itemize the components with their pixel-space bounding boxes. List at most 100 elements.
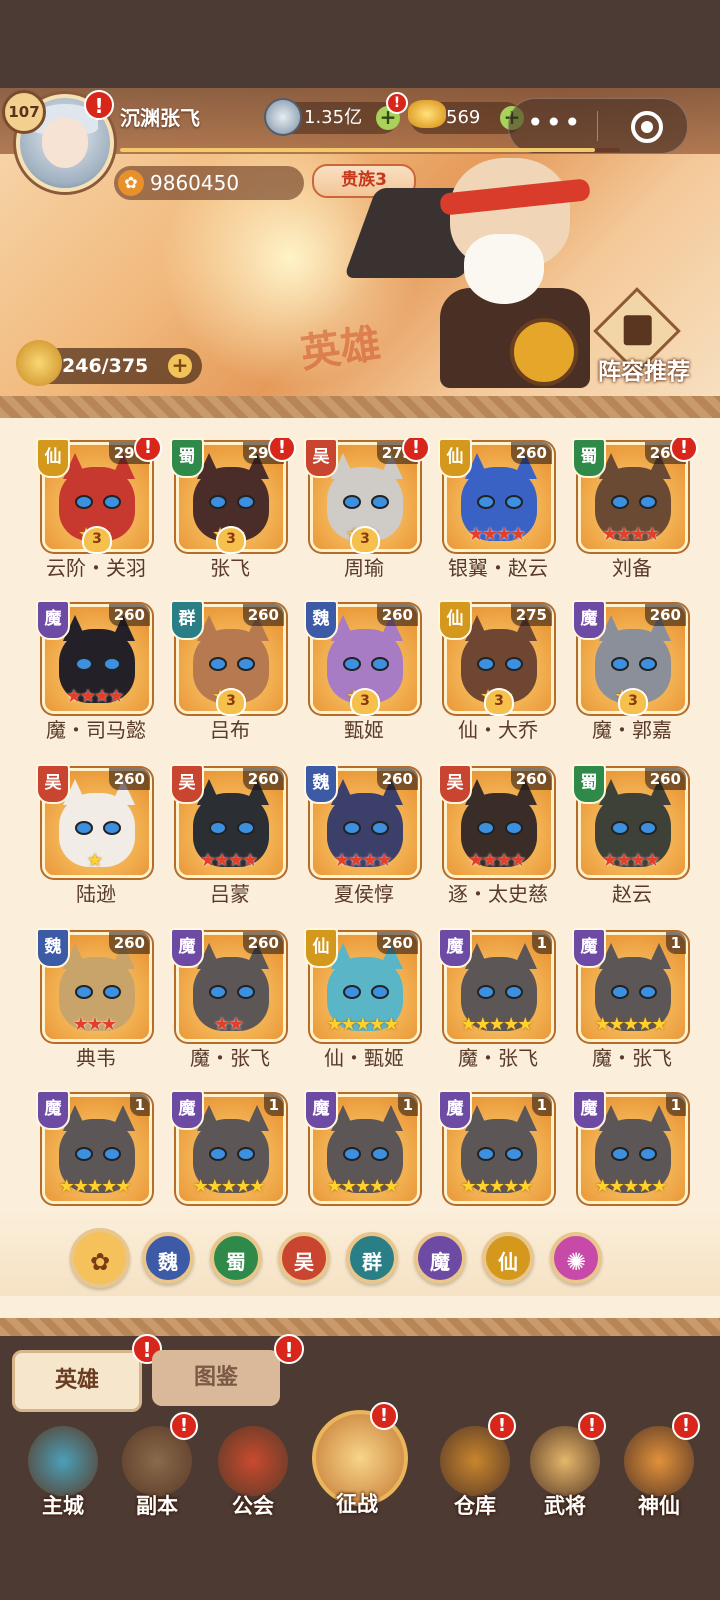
nav-generals[interactable]: 武将!	[520, 1412, 610, 1522]
hero-count-value: 246/375	[62, 355, 149, 377]
hero-card[interactable]: 蜀 260 ★★★★ 赵云	[572, 764, 692, 918]
bottom-nav: 主城 副本! 公会 征战! 仓库! 武将! 神仙!	[0, 1402, 720, 1562]
cat-eye	[371, 495, 389, 509]
hero-name: 魔・张飞	[458, 1046, 538, 1070]
cat-eye	[75, 985, 93, 999]
star-crest: 3	[350, 688, 380, 716]
nav-main-city[interactable]: 主城	[18, 1412, 108, 1522]
pattern-divider-bottom	[0, 1318, 720, 1336]
hero-card[interactable]: 蜀290★ ★3张飞!	[170, 438, 296, 592]
tab-codex[interactable]: 图鉴	[152, 1350, 280, 1406]
hero-card[interactable]: 仙275★ ★3仙・大乔	[438, 600, 558, 754]
filter-mo[interactable]: 魔	[414, 1232, 466, 1284]
gold-ingot-icon	[408, 100, 446, 128]
power-value: 9860450	[150, 171, 240, 195]
hero-card[interactable]: 魔260★ ★3魔・郭嘉	[572, 600, 692, 754]
hero-card[interactable]: 魔 1 ★★★★★ 魔・张飞	[572, 928, 692, 1082]
status-area	[0, 0, 720, 88]
hero-card[interactable]: 魔 1 ★★★★★	[438, 1090, 558, 1208]
cat-eye	[103, 821, 121, 835]
hero-card[interactable]: 仙290★ ★3云阶・关羽!	[36, 438, 162, 592]
hero-level: 1	[665, 1094, 686, 1116]
cat-eye	[477, 985, 495, 999]
hero-card[interactable]: 魔 1 ★★★★★	[170, 1090, 290, 1208]
cat-eye	[611, 821, 629, 835]
star-crest: 3	[484, 688, 514, 716]
star-rating: ★★★★★	[326, 1176, 400, 1197]
cat-eye	[343, 985, 361, 999]
nav-alert-icon: !	[672, 1412, 700, 1440]
hero-belt	[510, 318, 578, 386]
hero-card[interactable]: 吴273★ ★3周瑜!	[304, 438, 430, 592]
hero-card[interactable]: 魏 260 ★★★ 典韦	[36, 928, 156, 1082]
bottom-area: 英雄 ! 图鉴 ! 主城 副本! 公会 征战! 仓库! 武将! 神仙!	[0, 1334, 720, 1600]
hero-card[interactable]: 魏 260 ★★★★ 夏侯惇	[304, 764, 424, 918]
cat-eye	[477, 821, 495, 835]
hero-card[interactable]: 魔 1 ★★★★★ 魔・张飞	[438, 928, 558, 1082]
hero-alert-icon: !	[268, 438, 296, 462]
hero-level: 1	[129, 1094, 150, 1116]
banner-ideogram: 英雄	[297, 320, 384, 378]
cat-eye	[611, 495, 629, 509]
hero-card[interactable]: 仙 260 ★★★★★ 仙・甄姬	[304, 928, 424, 1082]
filter-qun[interactable]: 群	[346, 1232, 398, 1284]
nav-campaign[interactable]: 征战!	[312, 1402, 408, 1516]
hero-card[interactable]: 吴 260 ★ 陆逊	[36, 764, 156, 918]
hero-banner: 107 ! 沉渊张飞 1.35亿 + ! 569 + ••• ✿ 9860450…	[0, 88, 720, 396]
filter-wei[interactable]: 魏	[142, 1232, 194, 1284]
cat-eye	[209, 985, 227, 999]
hero-alert-icon: !	[670, 438, 698, 462]
filter-special-button[interactable]: ✺	[550, 1232, 602, 1284]
hero-card[interactable]: 仙 260 ★★★★ 银翼・赵云	[438, 438, 558, 592]
hero-name: 魔・郭嘉	[592, 718, 672, 742]
filter-xian[interactable]: 仙	[482, 1232, 534, 1284]
filter-wu[interactable]: 吴	[278, 1232, 330, 1284]
faction-badge: 魔	[572, 600, 606, 640]
hero-card[interactable]: 魏260★ ★3甄姬	[304, 600, 424, 754]
cat-eye	[343, 821, 361, 835]
hero-level: 1	[665, 932, 686, 954]
hero-name: 魔・张飞	[190, 1046, 270, 1070]
hero-card[interactable]: 魔 1 ★★★★★	[572, 1090, 692, 1208]
nav-dungeon[interactable]: 副本!	[112, 1412, 202, 1522]
cat-eye	[237, 495, 255, 509]
cat-eye	[209, 657, 227, 671]
faction-badge: 魔	[170, 1090, 204, 1130]
target-circle-icon[interactable]	[631, 111, 663, 143]
recommend-button[interactable]: 阵容推荐	[598, 352, 690, 386]
hero-level: 275	[510, 604, 552, 626]
hero-card[interactable]: 魔 1 ★★★★★	[36, 1090, 156, 1208]
nav-icon	[28, 1426, 98, 1496]
hero-card[interactable]: 吴 260 ★★★★ 逐・太史慈	[438, 764, 558, 918]
nav-warehouse[interactable]: 仓库!	[430, 1412, 520, 1522]
nav-guild[interactable]: 公会	[208, 1412, 298, 1522]
hero-card[interactable]: 群260★ ★3吕布	[170, 600, 290, 754]
filter-shu[interactable]: 蜀	[210, 1232, 262, 1284]
cat-eye	[371, 821, 389, 835]
hero-name: 刘备	[612, 556, 652, 580]
hero-level: 1	[531, 932, 552, 954]
star-rating: ★★★★	[467, 850, 527, 871]
filter-all-button[interactable]: ✿	[70, 1228, 130, 1288]
hero-card[interactable]: 吴 260 ★★★★ 吕蒙	[170, 764, 290, 918]
hero-card[interactable]: 魔 260 ★★ 魔・张飞	[170, 928, 290, 1082]
hero-level: 260	[242, 932, 284, 954]
add-hero-slot-button[interactable]: +	[168, 354, 192, 378]
hero-card[interactable]: 魔 260 ★★★★ 魔・司马懿	[36, 600, 156, 754]
hero-card[interactable]: 蜀 260 ★★★★ 刘备!	[572, 438, 698, 592]
hero-name: 夏侯惇	[334, 882, 394, 906]
cat-eye	[477, 657, 495, 671]
tab-heroes[interactable]: 英雄	[12, 1350, 142, 1412]
nav-alert-icon: !	[170, 1412, 198, 1440]
player-level-badge: 107	[2, 90, 46, 134]
faction-badge: 魔	[36, 1090, 70, 1130]
cat-eye	[237, 821, 255, 835]
star-crest: 3	[350, 526, 380, 554]
hero-card[interactable]: 魔 1 ★★★★★	[304, 1090, 424, 1208]
more-dots-icon[interactable]: •••	[527, 109, 583, 137]
cat-eye	[611, 985, 629, 999]
star-rating: ★★★★	[65, 686, 125, 707]
hero-level: 260	[510, 442, 552, 464]
silver-coin-icon	[264, 98, 302, 136]
nav-immortals[interactable]: 神仙!	[614, 1412, 704, 1522]
